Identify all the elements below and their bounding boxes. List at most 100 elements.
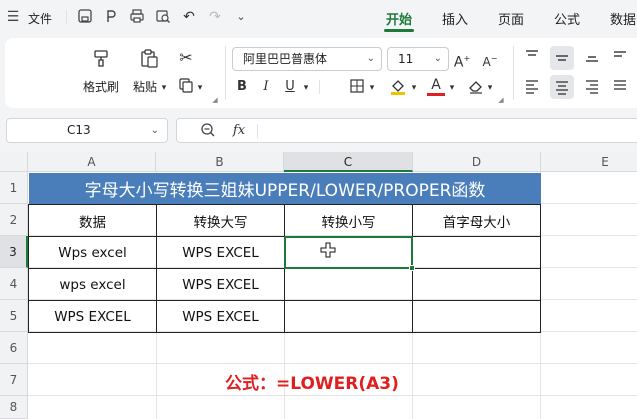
italic-button[interactable]: I [257, 78, 275, 96]
menu-icon[interactable]: ☰ [4, 8, 22, 26]
paste-button[interactable]: 粘贴 [133, 78, 157, 95]
print-preview-icon[interactable] [102, 8, 120, 26]
align-left-icon[interactable] [523, 78, 541, 96]
table-cell[interactable] [413, 237, 540, 268]
chevron-down-icon[interactable]: ▾ [485, 79, 495, 97]
align-middle-icon[interactable] [550, 46, 574, 70]
chevron-down-icon[interactable]: ▾ [195, 79, 205, 97]
tab-formula[interactable]: 公式 [554, 9, 580, 28]
table-cell[interactable]: wps excel [29, 269, 156, 300]
file-menu[interactable]: 文件 [28, 10, 52, 27]
active-cell-selection[interactable] [284, 236, 413, 269]
top-bar: ☰ 文件 ↶ ↷ ⌄ 开始 插入 页面 公式 数据 [0, 0, 637, 34]
dialog-launcher-icon[interactable]: ◢ [211, 96, 219, 104]
border-icon[interactable] [348, 78, 366, 96]
underline-button[interactable]: U [281, 78, 299, 96]
header-cell-lower[interactable]: 转换小写 [285, 205, 412, 236]
chevron-down-icon[interactable]: ▾ [367, 79, 377, 97]
font-color-button[interactable]: A [427, 76, 445, 96]
select-all-corner[interactable] [0, 152, 28, 172]
table-cell[interactable] [413, 269, 540, 300]
align-center-icon[interactable] [550, 75, 574, 99]
worksheet-grid[interactable]: A B C D E 1 2 3 4 5 6 7 8 字母大小写转换三姐妹UPPE… [0, 152, 637, 419]
gridline [28, 395, 637, 396]
font-name-value: 阿里巴巴普惠体 [243, 52, 328, 66]
column-header-a[interactable]: A [28, 152, 156, 172]
table-cell[interactable]: WPS EXCEL [157, 269, 284, 300]
chevron-down-icon[interactable]: ▾ [409, 79, 419, 97]
fill-color-icon[interactable] [389, 77, 407, 95]
header-cell-upper[interactable]: 转换大写 [157, 205, 284, 236]
align-right-icon[interactable] [583, 78, 601, 96]
formula-bar: C13 ⌄ fx [0, 115, 637, 147]
table-cell[interactable] [413, 301, 540, 332]
table-cell[interactable]: WPS EXCEL [157, 237, 284, 268]
wrap-text-icon[interactable] [611, 48, 629, 66]
tab-page[interactable]: 页面 [498, 9, 524, 28]
table-cell[interactable] [285, 301, 412, 332]
table-cell[interactable]: Wps excel [29, 237, 156, 268]
row-header-3[interactable]: 3 [0, 236, 28, 268]
eraser-icon[interactable] [467, 77, 485, 95]
bold-button[interactable]: B [233, 78, 251, 96]
align-bottom-icon[interactable] [583, 48, 601, 66]
dialog-launcher-icon[interactable]: ◢ [497, 96, 505, 104]
align-top-icon[interactable] [523, 48, 541, 66]
spreadsheet-app: ☰ 文件 ↶ ↷ ⌄ 开始 插入 页面 公式 数据 格式刷 粘贴 ▾ ✂ ▾ ◢… [0, 0, 637, 419]
separator [319, 80, 320, 94]
increase-font-icon[interactable]: A+ [453, 50, 471, 71]
insert-function-button[interactable]: fx [229, 122, 249, 140]
header-cell-proper[interactable]: 首字母大小 [413, 205, 540, 236]
chevron-down-icon[interactable]: ⌄ [232, 8, 250, 26]
formula-input-container: fx [176, 118, 637, 143]
column-header-e[interactable]: E [541, 152, 637, 172]
name-box-value: C13 [67, 123, 91, 137]
active-tab-indicator [384, 29, 414, 32]
title-cell[interactable]: 字母大小写转换三姐妹UPPER/LOWER/PROPER函数 [29, 173, 541, 204]
tab-data[interactable]: 数据 [610, 9, 636, 28]
font-size-value: 11 [398, 52, 414, 66]
cut-icon[interactable]: ✂ [177, 49, 195, 67]
row-header-8[interactable]: 8 [0, 396, 28, 419]
gridline [28, 363, 637, 364]
separator [225, 46, 226, 100]
chevron-down-icon[interactable]: ▾ [159, 79, 169, 97]
paste-icon[interactable] [139, 48, 159, 68]
row-header-6[interactable]: 6 [0, 332, 28, 364]
column-header-c[interactable]: C [284, 152, 413, 172]
column-header-b[interactable]: B [156, 152, 284, 172]
zoom-icon[interactable] [199, 122, 217, 140]
header-cell-data[interactable]: 数据 [29, 205, 156, 236]
copy-icon[interactable] [177, 77, 195, 95]
row-header-4[interactable]: 4 [0, 268, 28, 300]
separator [513, 46, 514, 100]
print-icon[interactable] [128, 8, 146, 26]
find-icon[interactable] [154, 8, 172, 26]
formula-annotation: 公式：=LOWER(A3) [225, 374, 399, 394]
cell-cursor-icon [320, 242, 336, 258]
format-painter-icon[interactable] [91, 48, 111, 68]
row-header-2[interactable]: 2 [0, 204, 28, 236]
fill-handle[interactable] [409, 265, 415, 271]
justify-icon[interactable] [611, 78, 629, 96]
save-icon[interactable] [76, 8, 94, 26]
undo-icon[interactable]: ↶ [180, 8, 198, 26]
row-header-5[interactable]: 5 [0, 300, 28, 332]
chevron-down-icon[interactable]: ▾ [447, 79, 457, 97]
separator [257, 124, 258, 138]
decrease-font-icon[interactable]: A− [481, 50, 499, 69]
font-size-select[interactable]: 11 ⌄ [387, 47, 449, 71]
row-header-7[interactable]: 7 [0, 364, 28, 396]
column-header-d[interactable]: D [413, 152, 541, 172]
font-name-select[interactable]: 阿里巴巴普惠体 ⌄ [232, 47, 382, 71]
row-header-1[interactable]: 1 [0, 172, 28, 204]
table-cell[interactable] [285, 269, 412, 300]
tab-insert[interactable]: 插入 [442, 9, 468, 28]
name-box[interactable]: C13 ⌄ [6, 118, 168, 143]
chevron-down-icon[interactable]: ▾ [301, 79, 311, 97]
tab-home[interactable]: 开始 [386, 9, 412, 28]
table-cell[interactable]: WPS EXCEL [157, 301, 284, 332]
table-cell[interactable]: WPS EXCEL [29, 301, 156, 332]
format-painter-button[interactable]: 格式刷 [83, 78, 119, 95]
redo-icon[interactable]: ↷ [206, 8, 224, 26]
